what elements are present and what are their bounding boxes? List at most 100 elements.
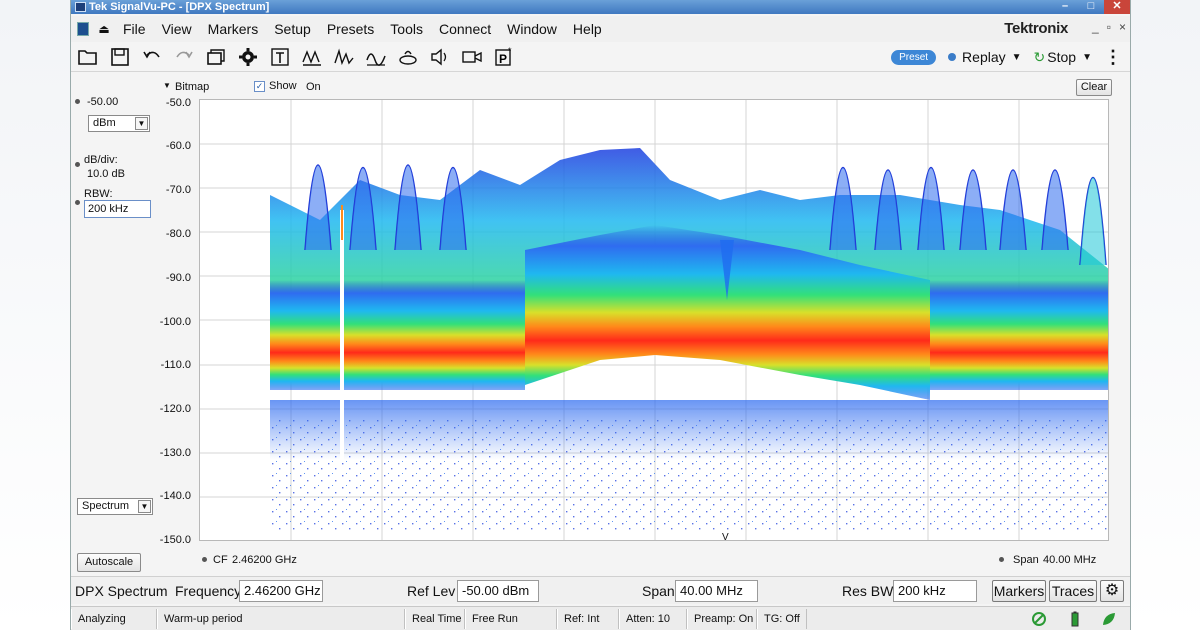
y-tick-label: -70.0 xyxy=(165,184,191,196)
rbw-handle-icon[interactable] xyxy=(75,200,80,205)
rbw-input[interactable]: 200 kHz xyxy=(84,200,151,218)
replay-disc-icon[interactable] xyxy=(393,44,423,70)
autoscale-button[interactable]: Autoscale xyxy=(77,553,141,572)
chevron-down-icon: ▼ xyxy=(1082,51,1092,63)
status-state: Analyzing xyxy=(71,609,157,629)
frequency-label: Frequency xyxy=(175,583,242,599)
signal-icon xyxy=(1032,612,1046,626)
db-per-div-value[interactable]: 10.0 dB xyxy=(87,168,125,180)
audio-icon[interactable] xyxy=(425,44,455,70)
window-title: Tek SignalVu-PC - [DPX Spectrum] xyxy=(89,1,270,13)
undo-icon[interactable] xyxy=(137,44,167,70)
display-name: DPX Spectrum xyxy=(75,583,168,599)
trigger-icon[interactable] xyxy=(265,44,295,70)
y-tick-label: -60.0 xyxy=(165,140,191,152)
chevron-down-icon: ▼ xyxy=(138,500,151,513)
dpx-bitmap: V xyxy=(200,100,1108,540)
close-button[interactable]: ✕ xyxy=(1104,0,1130,14)
preset-p-icon[interactable]: P * xyxy=(489,44,519,70)
span-field[interactable]: 40.00 MHz xyxy=(675,580,758,602)
markers-button[interactable]: Markers xyxy=(992,580,1046,602)
menu-setup[interactable]: Setup xyxy=(266,16,319,42)
battery-icon xyxy=(1071,611,1079,627)
app-window: Tek SignalVu-PC - [DPX Spectrum] – □ ✕ ⏏… xyxy=(70,0,1131,630)
refresh-icon: ↻ xyxy=(1033,48,1046,65)
cf-label: CF xyxy=(213,554,228,566)
menu-view[interactable]: View xyxy=(154,16,200,42)
app-icon xyxy=(75,2,86,12)
ref-level-value[interactable]: -50.00 xyxy=(87,96,118,108)
analysis-icon[interactable] xyxy=(329,44,359,70)
status-mode: Real Time xyxy=(405,609,465,629)
settings-bar: DPX Spectrum Frequency 2.46200 GHz Ref L… xyxy=(71,576,1130,604)
windows-icon[interactable] xyxy=(201,44,231,70)
y-tick-label: -50.0 xyxy=(165,97,191,109)
redo-icon[interactable] xyxy=(169,44,199,70)
menu-file[interactable]: File xyxy=(115,16,154,42)
traces-button[interactable]: Traces xyxy=(1049,580,1097,602)
status-run: Free Run xyxy=(465,609,557,629)
db-per-div-label: dB/div: xyxy=(84,154,118,166)
graph-header: ▼ Bitmap ✓ Show On Clear xyxy=(159,78,1114,98)
svg-text:*: * xyxy=(508,46,512,56)
cf-handle-icon[interactable] xyxy=(202,557,207,562)
show-label: Show xyxy=(269,80,297,92)
title-bar: Tek SignalVu-PC - [DPX Spectrum] – □ ✕ xyxy=(71,0,1130,14)
display-mode-value: Spectrum xyxy=(82,500,130,512)
document-icon[interactable] xyxy=(77,22,89,36)
menu-markers[interactable]: Markers xyxy=(200,16,267,42)
menu-tools[interactable]: Tools xyxy=(382,16,431,42)
maximize-button[interactable]: □ xyxy=(1078,0,1104,14)
settings-gear-icon[interactable]: ⚙ xyxy=(1100,580,1124,602)
frequency-field[interactable]: 2.46200 GHz xyxy=(239,580,323,602)
replay-label: Replay xyxy=(962,49,1006,65)
open-folder-icon[interactable] xyxy=(73,44,103,70)
y-tick-label: -90.0 xyxy=(165,272,191,284)
units-value: dBm xyxy=(93,117,116,129)
db-div-handle-icon[interactable] xyxy=(75,162,80,167)
display-mode-select[interactable]: Spectrum ▼ xyxy=(77,498,153,515)
save-icon[interactable] xyxy=(105,44,135,70)
mdi-minimize-button[interactable]: _ xyxy=(1092,20,1099,34)
eject-icon[interactable]: ⏏ xyxy=(93,22,115,36)
ref-lev-field[interactable]: -50.00 dBm xyxy=(457,580,539,602)
status-atten: Atten: 10 dB xyxy=(619,609,687,629)
y-tick-label: -130.0 xyxy=(159,447,191,459)
bitmap-collapse-icon[interactable]: ▼ xyxy=(163,81,171,90)
replay-button[interactable]: Replay ▼ xyxy=(948,49,1022,65)
mdi-restore-button[interactable]: ▫ xyxy=(1107,20,1111,34)
y-tick-label: -110.0 xyxy=(160,359,191,371)
menu-presets[interactable]: Presets xyxy=(319,16,382,42)
span-handle-icon[interactable] xyxy=(999,557,1004,562)
res-bw-field[interactable]: 200 kHz xyxy=(893,580,977,602)
svg-text:P: P xyxy=(499,52,507,66)
more-menu-icon[interactable]: ⋮ xyxy=(1104,47,1122,68)
menu-connect[interactable]: Connect xyxy=(431,16,499,42)
ref-level-handle-icon[interactable] xyxy=(75,99,80,104)
y-tick-label: -120.0 xyxy=(159,403,191,415)
acquire-icon[interactable] xyxy=(297,44,327,70)
menu-help[interactable]: Help xyxy=(565,16,610,42)
res-bw-label: Res BW xyxy=(842,583,894,599)
clear-button[interactable]: Clear xyxy=(1076,79,1112,96)
stop-button[interactable]: ↻ Stop ▼ xyxy=(1034,49,1092,66)
amplitude-icon[interactable] xyxy=(361,44,391,70)
units-select[interactable]: dBm ▼ xyxy=(88,115,150,132)
span-footer-label: Span xyxy=(1013,554,1039,566)
cf-value: 2.46200 GHz xyxy=(232,554,297,566)
y-tick-label: -140.0 xyxy=(159,490,191,502)
minimize-button[interactable]: – xyxy=(1052,0,1078,14)
rbw-label: RBW: xyxy=(84,188,113,200)
mdi-close-button[interactable]: × xyxy=(1119,20,1126,34)
y-tick-label: -100.0 xyxy=(159,316,191,328)
y-tick-label: -80.0 xyxy=(165,228,191,240)
settings-gear-icon[interactable] xyxy=(233,44,263,70)
video-icon[interactable] xyxy=(457,44,487,70)
brand-logo: Tektronix xyxy=(1004,20,1068,37)
menu-window[interactable]: Window xyxy=(499,16,565,42)
toolbar-right: Preset Replay ▼ ↻ Stop ▼ ⋮ xyxy=(891,44,1130,70)
show-checkbox[interactable]: ✓ xyxy=(254,81,265,92)
status-bar: Analyzing Warm-up period Real Time Free … xyxy=(71,606,1130,630)
dpx-spectrum-plot[interactable]: V xyxy=(199,99,1109,541)
preset-button[interactable]: Preset xyxy=(891,49,937,65)
